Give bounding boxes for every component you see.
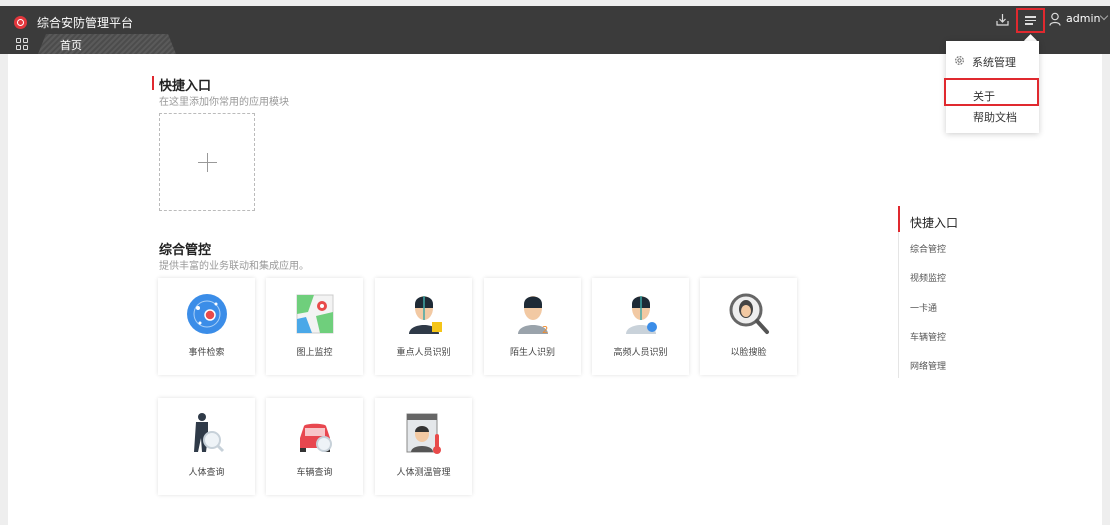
anchor-item-video[interactable]: 视频监控	[910, 271, 946, 284]
anchor-item-card[interactable]: 一卡通	[910, 301, 937, 314]
menu-item-help-docs[interactable]: 帮助文档	[946, 109, 1039, 125]
quick-entry-title: 快捷入口	[159, 79, 212, 94]
body-search-icon	[194, 413, 225, 453]
map-monitor-icon	[296, 294, 334, 334]
app-card-label: 事件检索	[188, 348, 225, 358]
app-card-map-monitor[interactable]: 图上监控	[266, 278, 363, 375]
menu-icon	[1025, 16, 1036, 18]
tab-home[interactable]: 首页	[38, 34, 176, 54]
brand[interactable]: 综合安防管理平台	[14, 14, 133, 31]
app-card-temperature[interactable]: 人体测温管理	[375, 398, 472, 495]
app-card-vehicle-search[interactable]: 车辆查询	[266, 398, 363, 495]
app-card-label: 人体测温管理	[396, 468, 451, 478]
apps-grid-icon[interactable]	[16, 38, 28, 50]
add-quick-entry-button[interactable]	[159, 113, 255, 211]
app-card-label: 重点人员识别	[396, 348, 451, 358]
anchor-item-vehicle[interactable]: 车辆管控	[910, 330, 946, 343]
app-card-label: 高频人员识别	[613, 348, 668, 358]
control-subtitle: 提供丰富的业务联动和集成应用。	[159, 261, 309, 272]
menu-button[interactable]	[1016, 8, 1045, 33]
event-search-icon	[187, 294, 227, 334]
app-card-stranger[interactable]: 2 陌生人识别	[484, 278, 581, 375]
app-card-face-search[interactable]: 以脸搜脸	[700, 278, 797, 375]
top-header: 综合安防管理平台 首页	[0, 6, 1110, 54]
app-card-label: 图上监控	[296, 348, 333, 358]
about-highlight	[944, 78, 1039, 106]
app-card-label: 车辆查询	[296, 468, 333, 478]
anchor-active-marker	[898, 206, 900, 232]
frequent-person-icon	[626, 296, 657, 334]
anchor-item-control[interactable]: 综合管控	[910, 242, 946, 255]
app-card-label: 人体查询	[188, 468, 225, 478]
svg-text:2: 2	[542, 325, 548, 336]
anchor-nav: 快捷入口 综合管控 视频监控 一卡通 车辆管控 网络管理	[898, 206, 1018, 378]
quick-entry-subtitle: 在这里添加你常用的应用模块	[159, 97, 289, 108]
user-name[interactable]: admin	[1066, 12, 1100, 25]
vehicle-search-icon	[300, 423, 332, 452]
tab-home-label: 首页	[60, 39, 82, 52]
download-icon[interactable]	[996, 13, 1009, 26]
face-search-icon	[729, 293, 769, 334]
user-icon[interactable]	[1049, 12, 1061, 26]
anchor-item-quick-entry[interactable]: 快捷入口	[910, 214, 958, 231]
app-card-frequent-person[interactable]: 高频人员识别	[592, 278, 689, 375]
app-card-event-search[interactable]: 事件检索	[158, 278, 255, 375]
key-person-icon	[409, 296, 442, 334]
section-marker	[152, 76, 154, 90]
app-card-key-person[interactable]: 重点人员识别	[375, 278, 472, 375]
app-card-label: 以脸搜脸	[730, 348, 767, 358]
anchor-item-network[interactable]: 网络管理	[910, 359, 946, 372]
stranger-icon: 2	[518, 296, 548, 336]
temperature-icon	[406, 413, 441, 454]
app-title: 综合安防管理平台	[37, 16, 134, 30]
menu-item-system-management[interactable]: 系统管理	[946, 54, 1039, 70]
logo-icon	[14, 16, 27, 29]
control-title: 综合管控	[159, 243, 212, 258]
app-card-label: 陌生人识别	[509, 348, 555, 358]
app-card-body-search[interactable]: 人体查询	[158, 398, 255, 495]
